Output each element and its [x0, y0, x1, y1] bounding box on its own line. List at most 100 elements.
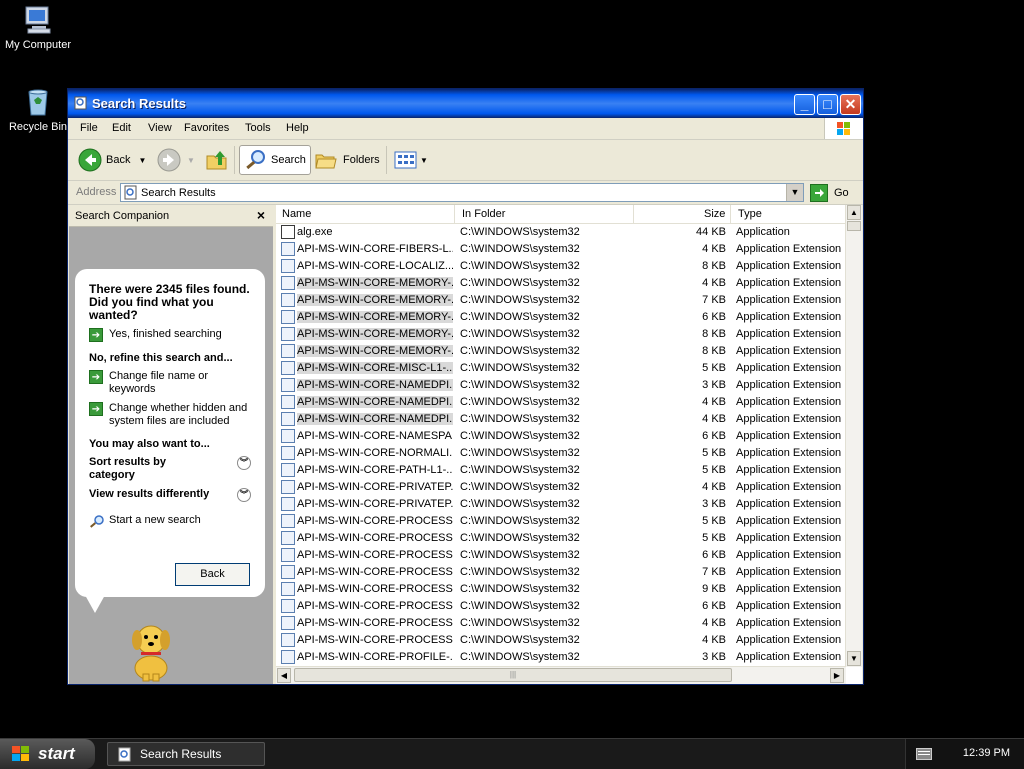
horizontal-scroll-thumb[interactable]: |||	[294, 668, 732, 682]
menu-tools[interactable]: Tools	[245, 122, 271, 134]
title-bar[interactable]: Search Results _ □ ✕	[68, 89, 863, 118]
file-name-cell: API-MS-WIN-CORE-PROCESS...	[297, 600, 453, 612]
scroll-right-button[interactable]: ▶	[830, 668, 844, 683]
type-cell: Application Extension	[736, 396, 842, 408]
file-name-cell: API-MS-WIN-CORE-MEMORY-...	[297, 345, 453, 357]
start-button[interactable]: start	[0, 739, 95, 769]
size-cell: 4 KB	[702, 243, 726, 255]
chevron-down-icon[interactable]: ▼	[420, 156, 428, 165]
size-cell: 7 KB	[702, 294, 726, 306]
expand-chevron-icon[interactable]: ︾	[237, 488, 251, 502]
column-divider[interactable]	[454, 205, 455, 223]
view-results-link[interactable]: View results differently ︾	[89, 488, 251, 502]
file-name-cell: API-MS-WIN-CORE-PROCESS...	[297, 583, 453, 595]
expand-chevron-icon[interactable]: ︾	[237, 456, 251, 470]
file-name-cell: API-MS-WIN-CORE-PROCESS...	[297, 634, 453, 646]
yes-finished-link[interactable]: ➔ Yes, finished searching	[89, 328, 251, 342]
table-row[interactable]: API-MS-WIN-CORE-MEMORY-... C:\WINDOWS\sys…	[276, 275, 846, 292]
table-row[interactable]: API-MS-WIN-CORE-MEMORY-... C:\WINDOWS\sys…	[276, 292, 846, 309]
table-row[interactable]: API-MS-WIN-CORE-PROCESS... C:\WINDOWS\sys…	[276, 564, 846, 581]
change-hidden-link[interactable]: ➔ Change whether hidden and system files…	[89, 402, 251, 428]
chevron-down-icon[interactable]: ▼	[187, 156, 195, 165]
new-search-label: Start a new search	[109, 514, 201, 526]
rover-search-dog-icon[interactable]	[121, 610, 181, 682]
table-row[interactable]: API-MS-WIN-CORE-NORMALI... C:\WINDOWS\sys…	[276, 445, 846, 462]
table-row[interactable]: API-MS-WIN-CORE-NAMEDPI... C:\WINDOWS\sys…	[276, 411, 846, 428]
menu-file[interactable]: File	[80, 122, 98, 134]
type-cell: Application Extension	[736, 481, 842, 493]
vertical-scrollbar[interactable]: ▲ ▼	[845, 205, 862, 667]
table-row[interactable]: API-MS-WIN-CORE-MEMORY-... C:\WINDOWS\sys…	[276, 309, 846, 326]
table-row[interactable]: API-MS-WIN-CORE-PROCESS... C:\WINDOWS\sys…	[276, 547, 846, 564]
column-divider[interactable]	[730, 205, 731, 223]
companion-back-button[interactable]: Back	[175, 563, 250, 586]
column-header-name[interactable]: Name	[282, 208, 311, 220]
folder-cell: C:\WINDOWS\system32	[460, 447, 580, 459]
menu-help[interactable]: Help	[286, 122, 309, 134]
scroll-down-button[interactable]: ▼	[847, 651, 861, 666]
menu-bar: File Edit View Favorites Tools Help	[68, 118, 863, 140]
folders-button[interactable]: Folders	[314, 145, 380, 175]
views-button[interactable]: ▼	[394, 145, 428, 175]
table-row[interactable]: API-MS-WIN-CORE-NAMEDPI... C:\WINDOWS\sys…	[276, 394, 846, 411]
maximize-button[interactable]: □	[817, 94, 838, 115]
dll-icon	[281, 531, 295, 545]
new-search-link[interactable]: Start a new search	[89, 514, 251, 528]
address-input[interactable]: Search Results ▼	[120, 183, 804, 202]
table-row[interactable]: API-MS-WIN-CORE-MISC-L1-... C:\WINDOWS\sy…	[276, 360, 846, 377]
search-companion-title: Search Companion	[75, 210, 170, 222]
table-row[interactable]: API-MS-WIN-CORE-PROFILE-... C:\WINDOWS\sy…	[276, 649, 846, 666]
column-divider[interactable]	[633, 205, 634, 223]
companion-balloon: There were 2345 files found. Did you fin…	[75, 269, 265, 597]
search-button[interactable]: Search	[239, 145, 311, 175]
table-row[interactable]: API-MS-WIN-CORE-PATH-L1-... C:\WINDOWS\sy…	[276, 462, 846, 479]
table-row[interactable]: API-MS-WIN-CORE-MEMORY-... C:\WINDOWS\sys…	[276, 343, 846, 360]
minimize-button[interactable]: _	[794, 94, 815, 115]
table-row[interactable]: API-MS-WIN-CORE-MEMORY-... C:\WINDOWS\sys…	[276, 326, 846, 343]
table-row[interactable]: API-MS-WIN-CORE-LOCALIZ... C:\WINDOWS\sys…	[276, 258, 846, 275]
table-row[interactable]: API-MS-WIN-CORE-FIBERS-L... C:\WINDOWS\sy…	[276, 241, 846, 258]
column-header-size[interactable]: Size	[704, 208, 725, 220]
change-name-link[interactable]: ➔ Change file name or keywords	[89, 370, 251, 396]
chevron-down-icon[interactable]: ▼	[138, 156, 146, 165]
desktop-icon-my-computer[interactable]: My Computer	[0, 4, 78, 51]
table-row[interactable]: API-MS-WIN-CORE-PROCESS... C:\WINDOWS\sys…	[276, 581, 846, 598]
scroll-left-button[interactable]: ◀	[277, 668, 291, 683]
scroll-up-button[interactable]: ▲	[847, 205, 861, 220]
taskbar-button-search-results[interactable]: Search Results	[107, 742, 265, 766]
address-dropdown-button[interactable]: ▼	[786, 184, 803, 201]
forward-button[interactable]: ▼	[157, 145, 195, 175]
column-header-folder[interactable]: In Folder	[462, 208, 505, 220]
table-row[interactable]: API-MS-WIN-CORE-NAMEDPI... C:\WINDOWS\sys…	[276, 377, 846, 394]
folder-cell: C:\WINDOWS\system32	[460, 260, 580, 272]
back-button[interactable]: Back ▼	[78, 145, 146, 175]
type-cell: Application Extension	[736, 651, 842, 663]
green-arrow-icon: ➔	[89, 370, 103, 384]
table-row[interactable]: alg.exe C:\WINDOWS\system32 44 KB Applicati…	[276, 224, 846, 241]
go-button[interactable]: Go	[810, 183, 849, 202]
type-cell: Application Extension	[736, 345, 842, 357]
type-cell: Application Extension	[736, 600, 842, 612]
table-row[interactable]: API-MS-WIN-CORE-PRIVATEP... C:\WINDOWS\sy…	[276, 479, 846, 496]
table-row[interactable]: API-MS-WIN-CORE-PROCESS... C:\WINDOWS\sys…	[276, 598, 846, 615]
menu-view[interactable]: View	[148, 122, 172, 134]
table-row[interactable]: API-MS-WIN-CORE-PROCESS... C:\WINDOWS\sys…	[276, 615, 846, 632]
scroll-thumb[interactable]	[847, 221, 861, 231]
table-row[interactable]: API-MS-WIN-CORE-PROCESS... C:\WINDOWS\sys…	[276, 632, 846, 649]
type-cell: Application Extension	[736, 362, 842, 374]
table-row[interactable]: API-MS-WIN-CORE-NAMESPA... C:\WINDOWS\sys…	[276, 428, 846, 445]
table-row[interactable]: API-MS-WIN-CORE-PROCESS... C:\WINDOWS\sys…	[276, 530, 846, 547]
keyboard-icon[interactable]	[916, 748, 932, 760]
change-hidden-label: Change whether hidden and system files a…	[109, 402, 248, 427]
menu-favorites[interactable]: Favorites	[184, 122, 229, 134]
close-pane-icon[interactable]: ×	[257, 207, 265, 223]
table-row[interactable]: API-MS-WIN-CORE-PROCESS... C:\WINDOWS\sys…	[276, 513, 846, 530]
menu-edit[interactable]: Edit	[112, 122, 131, 134]
clock[interactable]: 12:39 PM	[963, 747, 1010, 759]
table-row[interactable]: API-MS-WIN-CORE-PRIVATEP... C:\WINDOWS\sy…	[276, 496, 846, 513]
column-header-type[interactable]: Type	[738, 208, 762, 220]
up-folder-button[interactable]	[205, 145, 229, 175]
close-button[interactable]: ✕	[840, 94, 861, 115]
sort-results-link[interactable]: Sort results by category ︾	[89, 456, 251, 482]
horizontal-scrollbar[interactable]: ◀ ||| ▶	[276, 666, 846, 684]
